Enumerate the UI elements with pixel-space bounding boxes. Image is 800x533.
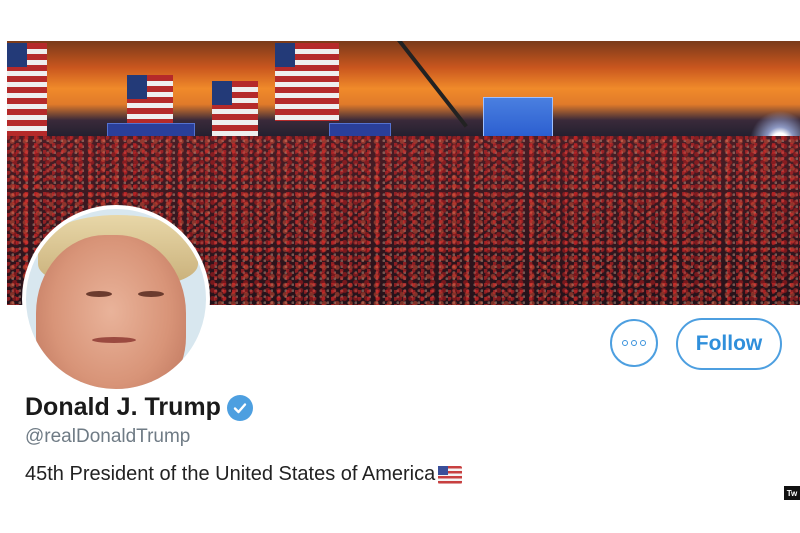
profile-handle: @realDonaldTrump xyxy=(25,426,191,447)
profile-avatar[interactable] xyxy=(22,205,210,393)
more-options-icon xyxy=(622,340,628,346)
avatar-eye xyxy=(138,291,164,297)
profile-name-row: Donald J. Trump xyxy=(25,393,253,422)
banner-flag xyxy=(275,43,339,121)
profile-bio: 45th President of the United States of A… xyxy=(25,463,463,486)
more-options-icon xyxy=(631,340,637,346)
more-options-button[interactable] xyxy=(610,319,658,367)
us-flag-icon xyxy=(438,465,463,484)
avatar-eye xyxy=(86,291,112,297)
watermark-corner: Tw xyxy=(784,486,800,500)
banner-crane xyxy=(397,41,468,128)
profile-bio-text: 45th President of the United States of A… xyxy=(25,463,436,485)
profile-name: Donald J. Trump xyxy=(25,393,221,421)
avatar-face xyxy=(36,235,186,389)
banner-flag xyxy=(7,43,47,139)
more-options-icon xyxy=(640,340,646,346)
follow-button[interactable]: Follow xyxy=(676,318,782,370)
banner-screen xyxy=(483,97,553,137)
avatar-mouth xyxy=(92,337,136,343)
verified-badge-icon xyxy=(226,394,253,421)
